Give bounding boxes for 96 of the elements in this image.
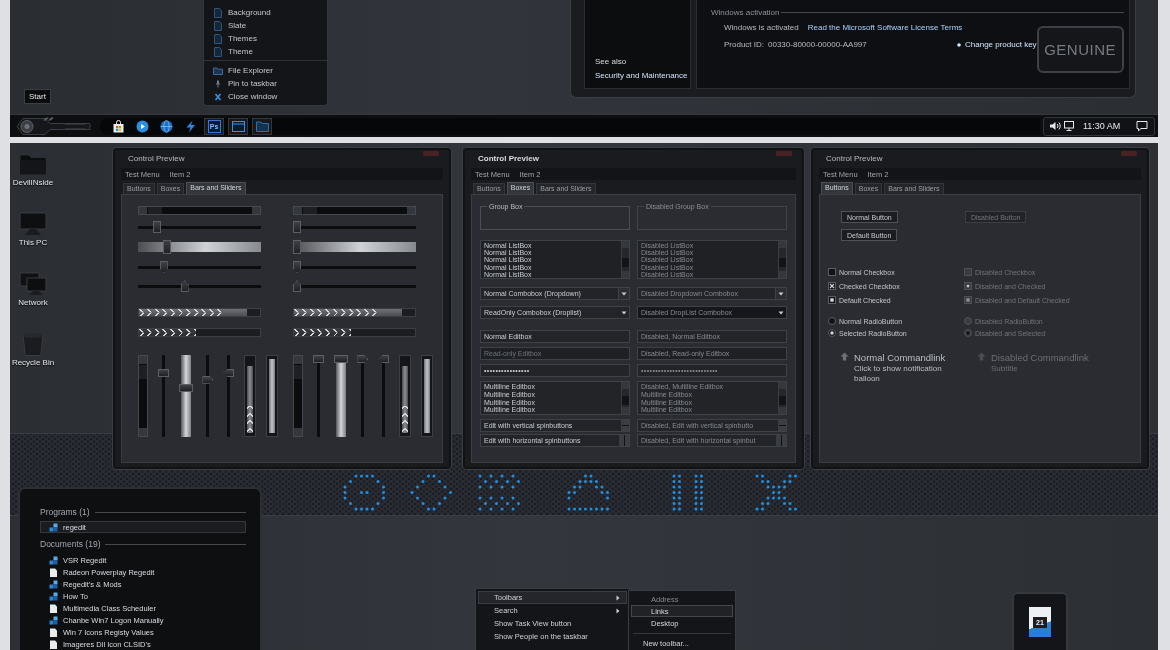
dropdown-arrow-icon	[621, 310, 627, 315]
checkbox[interactable]	[828, 268, 836, 276]
network-icon	[19, 272, 47, 296]
scrollbar[interactable]	[621, 382, 629, 414]
slider-track[interactable]	[333, 355, 348, 437]
checkbox[interactable]	[828, 282, 836, 290]
registry-icon	[49, 555, 58, 565]
desktop-shortcut[interactable]: Recycle Bin	[10, 332, 56, 392]
document-icon	[49, 567, 58, 577]
slider-thumb[interactable]	[159, 261, 168, 273]
folder-icon	[213, 66, 223, 75]
menu-item[interactable]: Close window	[213, 90, 327, 103]
checkbox[interactable]	[828, 296, 836, 304]
slider-thumb[interactable]	[293, 221, 301, 233]
slider-thumb[interactable]	[180, 280, 189, 292]
slider-track[interactable]	[293, 240, 416, 254]
tooltip: Start	[24, 89, 51, 104]
lightning-icon	[183, 119, 197, 133]
menu-item[interactable]: Background	[213, 6, 327, 19]
slider-thumb[interactable]	[378, 355, 390, 363]
slider-thumb[interactable]	[163, 240, 172, 254]
group-heading: Documents (19)	[40, 539, 101, 549]
slider-thumb[interactable]	[202, 375, 214, 384]
status-text: Windows is activated	[724, 23, 799, 32]
window-icon	[231, 120, 245, 132]
globe-icon	[159, 119, 173, 133]
trash-can-icon	[21, 332, 45, 356]
document-icon	[49, 603, 58, 613]
scrollbar[interactable]	[293, 206, 416, 215]
menu-item[interactable]: Theme	[213, 45, 327, 58]
slider-thumb[interactable]	[152, 221, 161, 233]
arrow-icon	[840, 352, 849, 361]
document-icon	[213, 33, 223, 44]
scrollbar[interactable]	[293, 355, 303, 437]
radio-button[interactable]	[828, 329, 836, 337]
registry-icon	[49, 591, 58, 601]
desktop-shortcut[interactable]: Network	[10, 272, 56, 332]
menu-item[interactable]: Slate	[213, 19, 327, 32]
document-icon	[213, 46, 223, 57]
scrollbar[interactable]	[621, 241, 629, 278]
section-title: Windows activation	[711, 8, 780, 17]
slider-thumb[interactable]	[357, 355, 369, 363]
scrollbar[interactable]	[138, 355, 148, 437]
window-title: Control Preview	[128, 153, 185, 163]
scrollbar[interactable]	[138, 206, 261, 215]
window-title: Control Preview	[826, 153, 883, 163]
clock[interactable]: 11:30 AM	[1083, 121, 1121, 131]
radio-button[interactable]	[828, 317, 836, 325]
product-id-label: Product ID:	[724, 40, 764, 49]
dropdown-arrow-icon	[778, 310, 784, 315]
document-icon	[213, 20, 223, 31]
window-title: Control Preview	[478, 153, 539, 163]
slider-thumb[interactable]	[293, 261, 301, 273]
slider-thumb[interactable]	[312, 355, 324, 363]
slider-track[interactable]	[138, 240, 261, 254]
network-icon	[1063, 120, 1075, 132]
monitor-icon	[19, 212, 47, 236]
license-link[interactable]: Read the Microsoft Software License Terms	[807, 23, 963, 32]
document-icon	[213, 7, 223, 18]
spin-buttons[interactable]	[619, 435, 629, 446]
desktop-shortcut[interactable]: DevilINside	[10, 152, 56, 212]
shopping-bag-icon	[111, 119, 125, 133]
registry-icon	[49, 615, 58, 625]
link[interactable]: Security and Maintenance	[595, 71, 690, 80]
play-icon	[135, 119, 149, 133]
folder-icon	[255, 120, 269, 132]
desktop-shortcut[interactable]: This PC	[10, 212, 56, 272]
genuine-badge: GENUINE	[1036, 26, 1124, 73]
change-key-link[interactable]: Change product key	[957, 40, 1037, 49]
pin-icon	[213, 79, 223, 88]
slider-thumb[interactable]	[223, 369, 235, 378]
slider-thumb[interactable]	[293, 240, 301, 254]
close-icon	[213, 92, 223, 101]
side-heading: See also	[595, 57, 628, 66]
product-id: 00330-80000-00000-AA997	[768, 40, 867, 49]
slider-thumb[interactable]	[157, 369, 169, 378]
menu-item[interactable]: Pin to taskbar	[213, 77, 327, 90]
volume-icon	[1049, 120, 1061, 132]
command-link[interactable]: Normal Commandlink Click to show notification balloon	[840, 352, 958, 384]
dropdown-arrow-icon	[621, 291, 627, 296]
registry-icon	[49, 579, 58, 589]
spin-buttons[interactable]	[621, 420, 629, 431]
arrow-icon	[977, 352, 986, 361]
menu-item[interactable]: File Explorer	[213, 64, 327, 77]
slider-thumb[interactable]	[178, 383, 193, 392]
dropdown-arrow-icon	[778, 291, 784, 296]
registry-icon	[49, 522, 58, 532]
slider-track[interactable]	[178, 355, 193, 437]
folder-icon	[19, 152, 47, 176]
slider-thumb[interactable]	[333, 355, 348, 363]
menu-item[interactable]: Themes	[213, 32, 327, 45]
group-heading: Programs (1)	[40, 507, 90, 517]
slider-thumb[interactable]	[293, 280, 301, 292]
notification-icon	[1136, 120, 1148, 132]
bullet-icon	[957, 42, 961, 47]
taskbar-button[interactable]	[228, 117, 248, 135]
